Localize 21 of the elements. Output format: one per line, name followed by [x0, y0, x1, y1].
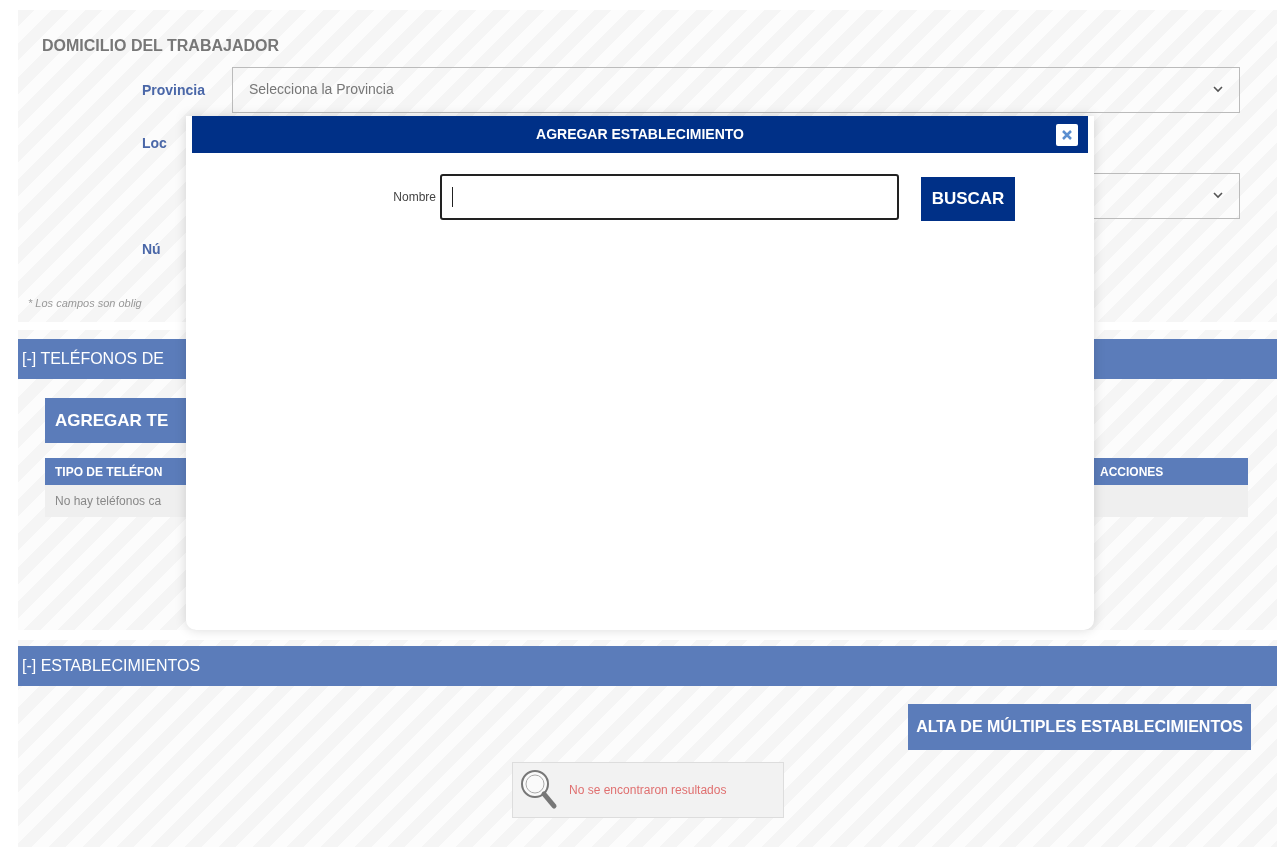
text-cursor [452, 187, 453, 207]
modal-header: AGREGAR ESTABLECIMIENTO [192, 116, 1088, 153]
field-label: Loc [142, 134, 167, 151]
chevron-down-icon [1213, 192, 1223, 199]
column-header: TIPO DE TELÉFON [55, 463, 163, 481]
magnifier-icon [519, 768, 559, 812]
field-label: Nú [142, 240, 161, 257]
close-button[interactable] [1056, 124, 1078, 146]
close-icon [1062, 130, 1072, 140]
no-results-box: No se encontraron resultados [512, 762, 784, 818]
search-button[interactable]: BUSCAR [921, 177, 1015, 221]
field-label: Provincia [142, 81, 206, 98]
select-field[interactable]: Selecciona la Provincia [232, 66, 1240, 113]
column-header: ACCIONES [1100, 463, 1165, 481]
section-header[interactable]: [-] ESTABLECIMIENTOS [18, 646, 1277, 686]
field-label: Nombre [392, 189, 437, 206]
chevron-down-icon [1213, 86, 1223, 93]
bulk-add-button[interactable]: ALTA DE MÚLTIPLES ESTABLECIMIENTOS [908, 704, 1251, 750]
name-input[interactable] [440, 174, 899, 220]
section-title: DOMICILIO DEL TRABAJADOR [42, 36, 281, 56]
required-note: * Los campos son oblig [28, 296, 143, 311]
